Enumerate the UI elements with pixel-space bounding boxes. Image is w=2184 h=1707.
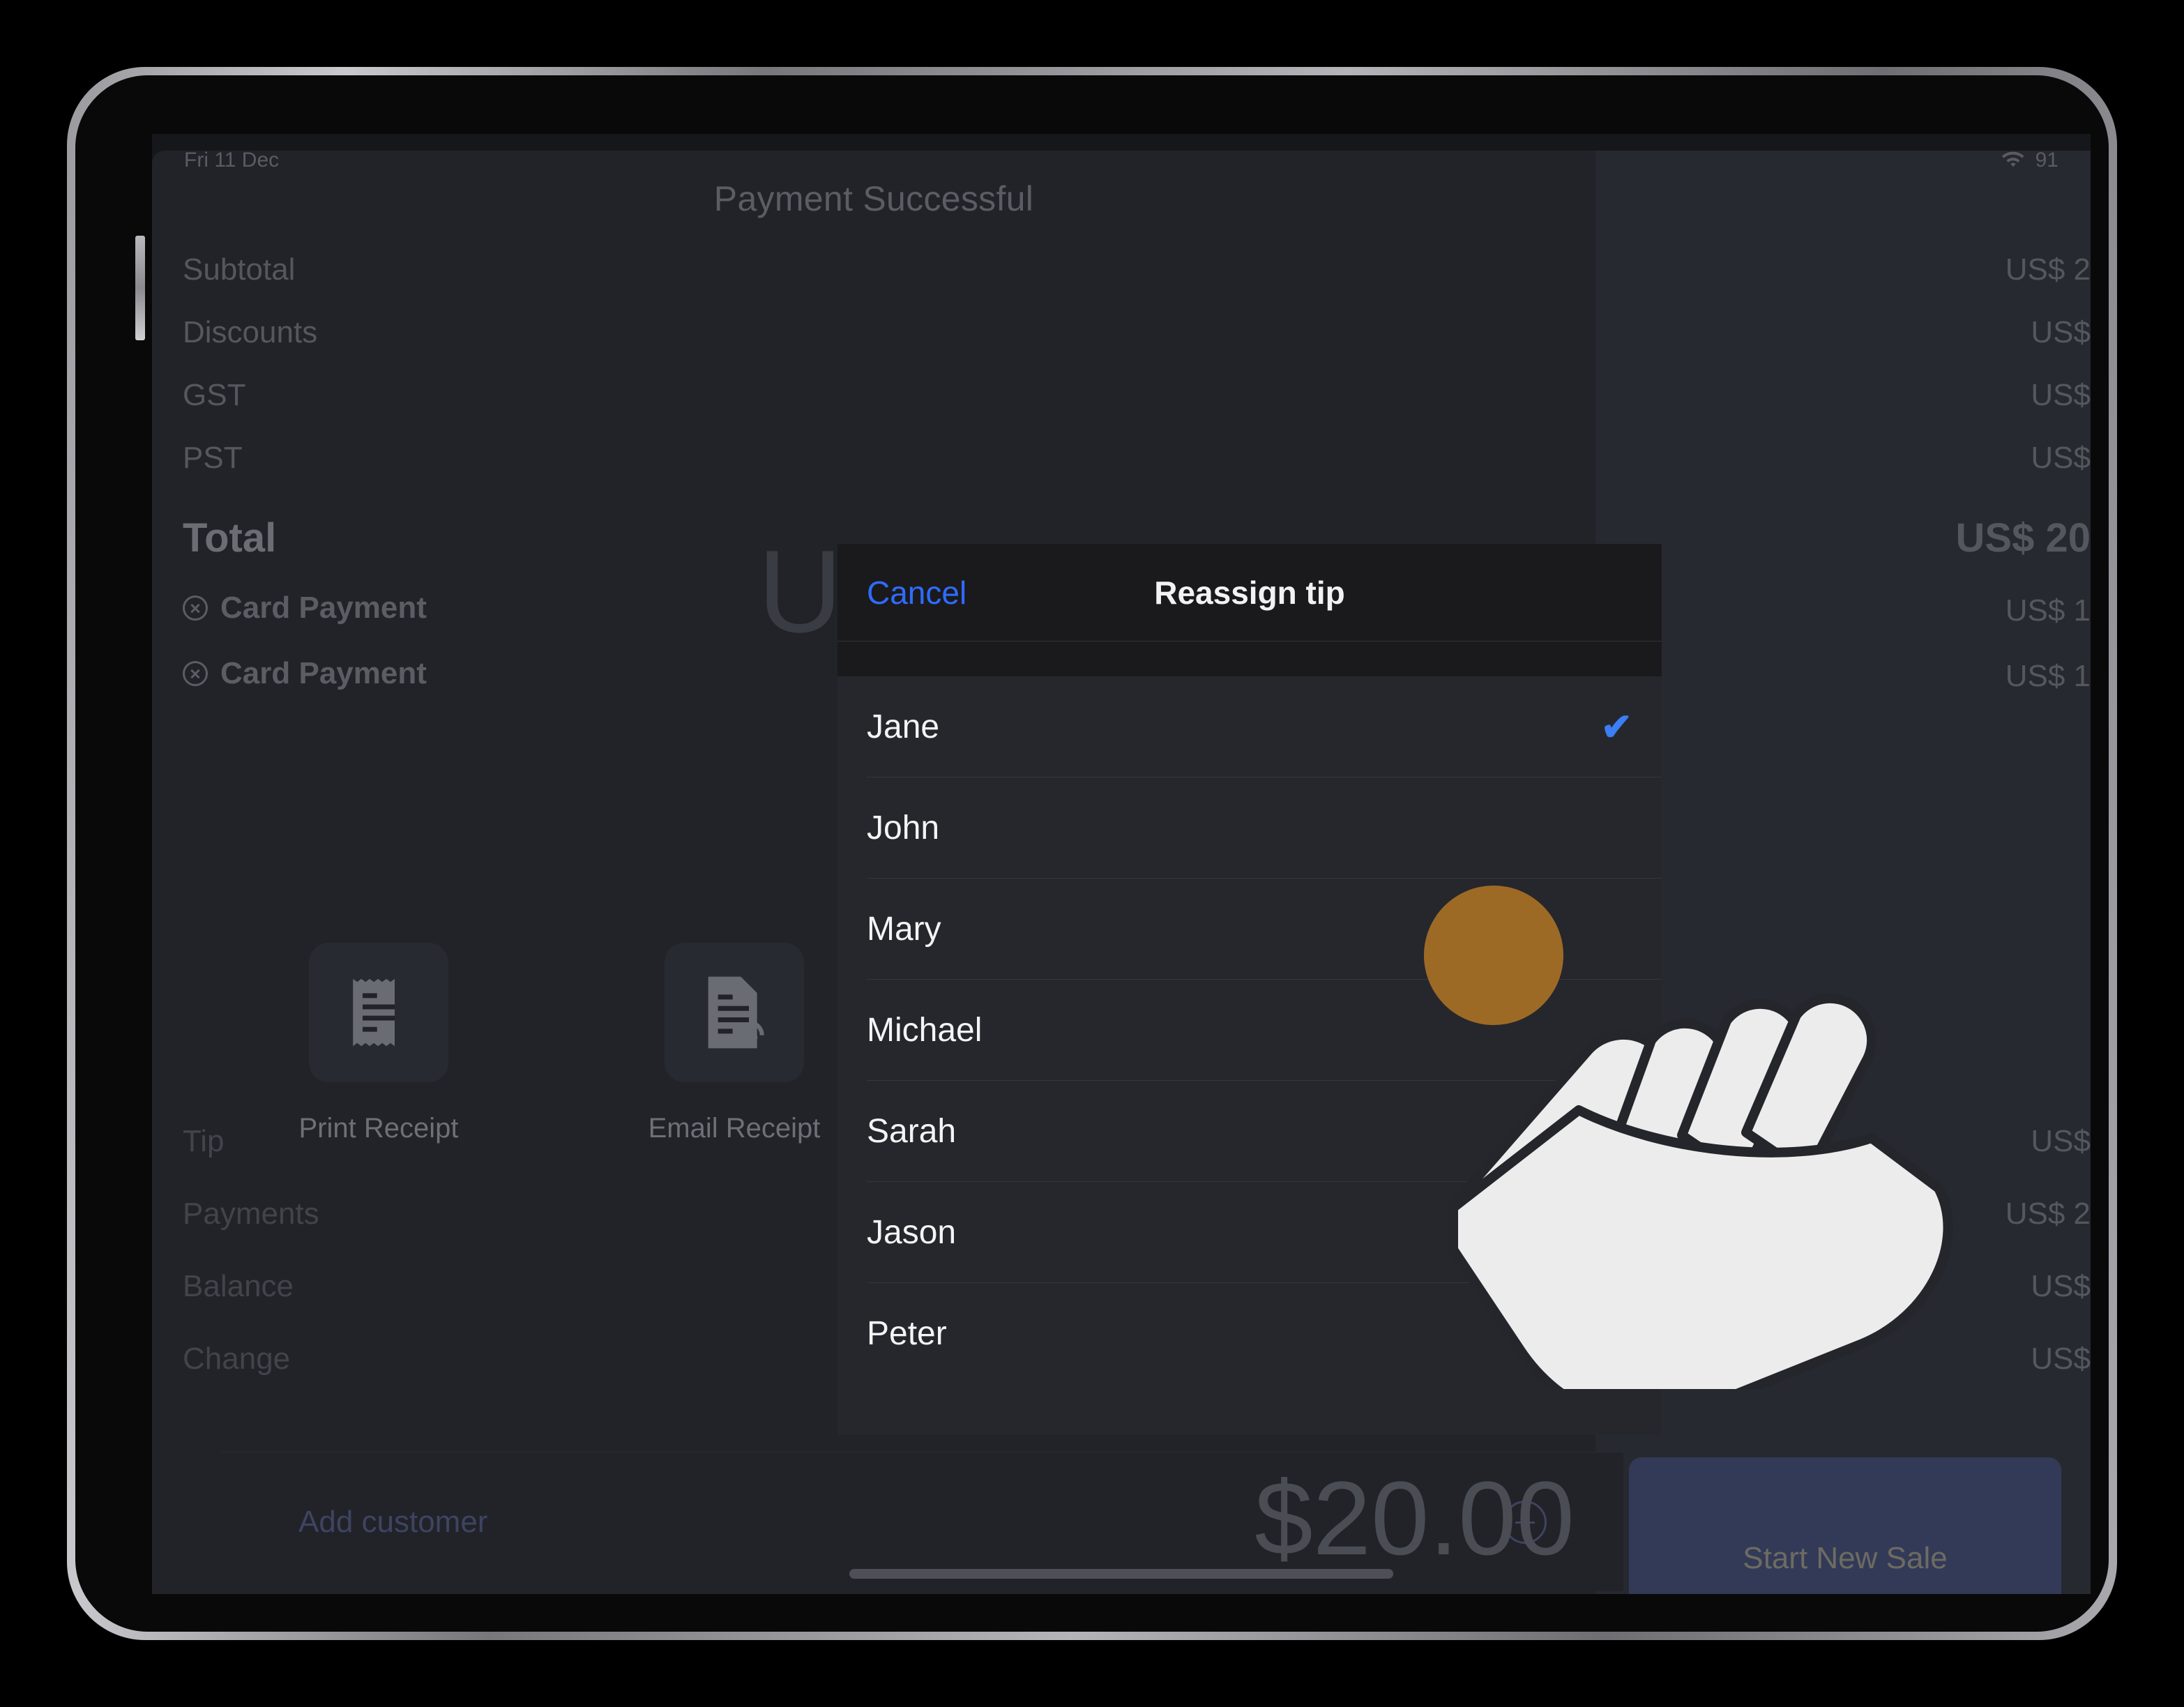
row-amount: US$ bbox=[2031, 1124, 2091, 1158]
order-total-amount: $20.00 bbox=[1254, 1459, 1575, 1577]
payment-label: Card Payment bbox=[220, 656, 427, 690]
payment-label-group: Card Payment bbox=[183, 656, 427, 691]
payment-amount: US$ 1 bbox=[2005, 593, 2091, 628]
staff-name: Jane bbox=[867, 708, 940, 745]
status-indicators: 91 bbox=[2001, 149, 2058, 172]
payment-label: Card Payment bbox=[220, 591, 427, 625]
add-customer-label: Add customer bbox=[298, 1504, 488, 1539]
check-icon: ✔ bbox=[1600, 706, 1632, 748]
tablet-screen: Fri 11 Dec 91 Payment Successful Print R… bbox=[152, 134, 2091, 1594]
row-amount: US$ bbox=[2031, 1342, 2091, 1376]
wifi-icon bbox=[2001, 151, 2024, 167]
table-row: Subtotal US$ 2 bbox=[183, 252, 2091, 287]
screenshot-root: Fri 11 Dec 91 Payment Successful Print R… bbox=[0, 0, 2184, 1707]
hand-cursor-icon bbox=[1448, 993, 1953, 1389]
home-indicator[interactable] bbox=[849, 1569, 1393, 1579]
row-amount: US$ bbox=[2031, 378, 2091, 412]
row-label: Balance bbox=[183, 1269, 294, 1303]
table-row: Discounts US$ bbox=[183, 315, 2091, 350]
start-new-sale-button[interactable]: Start New Sale bbox=[1629, 1457, 2061, 1594]
remove-circle-icon[interactable] bbox=[183, 661, 208, 686]
row-amount: US$ bbox=[2031, 1269, 2091, 1303]
staff-name: Jason bbox=[867, 1213, 957, 1251]
row-label: Tip bbox=[183, 1124, 225, 1158]
modal-header: Cancel Reassign tip bbox=[837, 544, 1662, 642]
row-amount: US$ 2 bbox=[2005, 252, 2091, 287]
list-item[interactable]: Jane ✔ bbox=[867, 676, 1662, 777]
print-receipt-button[interactable]: Print Receipt bbox=[257, 943, 501, 1144]
tablet-bezel: Fri 11 Dec 91 Payment Successful Print R… bbox=[75, 75, 2109, 1632]
remove-circle-icon[interactable] bbox=[183, 595, 208, 621]
receipt-actions: Print Receipt Email Receipt bbox=[257, 943, 856, 1144]
battery-percent: 91 bbox=[2035, 149, 2058, 172]
modal-header-spacer bbox=[837, 642, 1662, 676]
payment-amount: US$ 1 bbox=[2005, 659, 2091, 693]
print-receipt-tile bbox=[309, 943, 448, 1082]
row-amount: US$ bbox=[2031, 315, 2091, 349]
list-item[interactable]: John bbox=[867, 777, 1662, 879]
row-label: GST bbox=[183, 378, 246, 412]
staff-name: Mary bbox=[867, 910, 941, 948]
staff-name: John bbox=[867, 809, 940, 847]
staff-name: Michael bbox=[867, 1011, 983, 1049]
row-label: PST bbox=[183, 441, 243, 475]
table-row: GST US$ bbox=[183, 378, 2091, 413]
power-button[interactable] bbox=[135, 236, 145, 340]
payment-label-group: Card Payment bbox=[183, 591, 427, 625]
row-label: Discounts bbox=[183, 315, 318, 349]
total-label: Total bbox=[183, 515, 277, 561]
row-amount: US$ bbox=[2031, 441, 2091, 475]
document-signal-icon bbox=[708, 976, 764, 1049]
email-receipt-button[interactable]: Email Receipt bbox=[612, 943, 856, 1144]
staff-name: Peter bbox=[867, 1315, 947, 1352]
row-label: Subtotal bbox=[183, 252, 296, 287]
row-label: Change bbox=[183, 1342, 291, 1376]
row-amount: US$ 2 bbox=[2005, 1197, 2091, 1231]
row-label: Payments bbox=[183, 1197, 319, 1231]
cancel-button[interactable]: Cancel bbox=[867, 574, 966, 612]
table-row: PST US$ bbox=[183, 441, 2091, 476]
status-date: Fri 11 Dec bbox=[184, 149, 280, 172]
email-receipt-tile bbox=[665, 943, 804, 1082]
staff-name: Sarah bbox=[867, 1112, 957, 1150]
tablet-frame: Fri 11 Dec 91 Payment Successful Print R… bbox=[67, 67, 2117, 1640]
receipt-icon bbox=[353, 978, 395, 1047]
total-amount: US$ 20 bbox=[1955, 515, 2091, 561]
page-title: Payment Successful bbox=[713, 179, 1034, 218]
